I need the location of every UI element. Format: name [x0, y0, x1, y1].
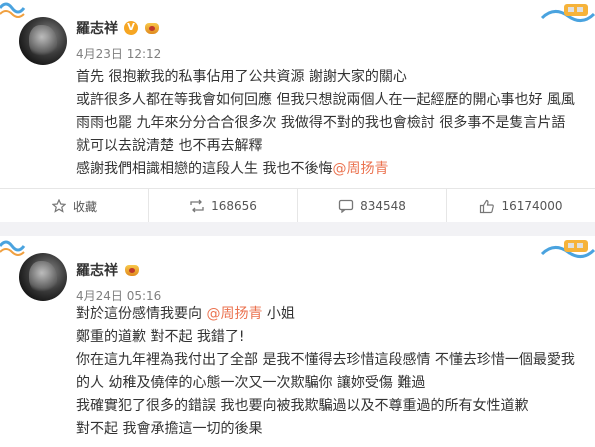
repost-count: 168656: [211, 199, 257, 213]
crown-icon: [124, 263, 140, 277]
content-line: 我確實犯了很多的錯誤 我也要向被我欺騙過以及不尊重過的所有女性道歉: [76, 398, 529, 414]
username[interactable]: 羅志祥: [76, 260, 118, 280]
content-line: 對不起 我會承擔這一切的後果: [76, 421, 263, 437]
content-line: 感謝我們相識相戀的這段人生 我也不後悔@周扬青: [76, 158, 573, 181]
content-text: 感謝我們相識相戀的這段人生 我也不後悔: [76, 161, 333, 177]
verified-badge-icon: V: [124, 21, 138, 35]
weibo-post-1: 羅志祥 V 4月23日 12:12 首先 很抱歉我的私事佔用了公共資源 謝謝大家…: [0, 0, 595, 223]
repost-icon: [189, 198, 205, 214]
author-row: 羅志祥: [76, 260, 140, 280]
wave-decoration-icon: [0, 240, 26, 256]
favorite-label: 收藏: [72, 199, 97, 214]
username[interactable]: 羅志祥: [76, 18, 118, 38]
content-line: 對於這份感情我要向 @周扬青 小姐: [76, 303, 573, 326]
post-time[interactable]: 4月23日 12:12: [76, 45, 161, 62]
comment-button[interactable]: 834548: [297, 189, 446, 223]
post-content: 首先 很抱歉我的私事佔用了公共資源 謝謝大家的關心 或許很多人都在等我會如何回應…: [76, 66, 575, 181]
weibo-post-2: 羅志祥 4月24日 05:16 對於這份感情我要向 @周扬青 小姐 鄭重的道歉 …: [0, 236, 595, 447]
content-text: 小姐: [262, 306, 295, 322]
mention-link[interactable]: @周扬青: [206, 306, 262, 322]
avatar[interactable]: [19, 17, 67, 65]
content-line: 雨雨也罷 九年來分分合合很多次 我做得不對的我也會檢討 很多事不是隻言片語: [76, 115, 566, 131]
action-bar: 收藏 168656 834548 16174000: [0, 188, 595, 223]
post-time[interactable]: 4月24日 05:16: [76, 287, 161, 304]
post-content: 對於這份感情我要向 @周扬青 小姐 鄭重的道歉 對不起 我錯了! 你在這九年裡為…: [76, 303, 575, 441]
boat-decoration-icon: [540, 240, 595, 258]
favorite-icon: [51, 198, 67, 214]
like-icon: [479, 198, 495, 214]
content-line: 就可以去說清楚 也不再去解釋: [76, 138, 263, 154]
content-line: 你在這九年裡為我付出了全部 是我不懂得去珍惜這段感情 不懂去珍惜一個最愛我: [76, 352, 575, 368]
avatar[interactable]: [19, 253, 67, 301]
post-separator: [0, 222, 595, 236]
content-text: 對於這份感情我要向: [76, 306, 207, 322]
repost-button[interactable]: 168656: [148, 189, 297, 223]
comment-count: 834548: [360, 199, 406, 213]
like-button[interactable]: 16174000: [446, 189, 595, 223]
content-line: 或許很多人都在等我會如何回應 但我只想說兩個人在一起經歷的開心事也好 風風: [76, 92, 575, 108]
like-count: 16174000: [501, 199, 563, 213]
comment-icon: [338, 198, 354, 214]
crown-icon: [144, 21, 160, 35]
content-line: 首先 很抱歉我的私事佔用了公共資源 謝謝大家的關心: [76, 69, 407, 85]
content-line: 的人 幼稚及僥倖的心態一次又一次欺騙你 讓妳受傷 難過: [76, 375, 426, 391]
favorite-button[interactable]: 收藏: [0, 189, 148, 223]
mention-link[interactable]: @周扬青: [332, 161, 388, 177]
author-row: 羅志祥 V: [76, 18, 160, 38]
boat-decoration-icon: [540, 4, 595, 22]
content-line: 鄭重的道歉 對不起 我錯了!: [76, 329, 245, 345]
wave-decoration-icon: [0, 2, 26, 18]
